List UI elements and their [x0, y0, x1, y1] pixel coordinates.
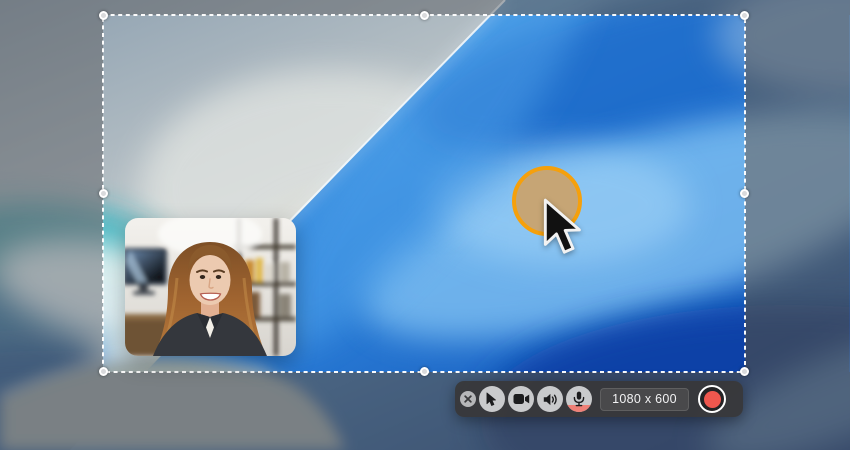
system-audio-toggle-button[interactable] [537, 386, 563, 412]
selection-handle-bottom-center[interactable] [420, 367, 429, 376]
cursor-toggle-button[interactable] [479, 386, 505, 412]
dim-overlay-left [0, 15, 103, 372]
record-button[interactable] [698, 385, 726, 413]
speaker-icon [543, 393, 558, 406]
capture-size-value: 1080 x 600 [612, 392, 677, 406]
cursor-icon [486, 392, 498, 407]
screen-recorder-overlay: 1080 x 600 [0, 0, 850, 450]
microphone-icon [573, 391, 585, 407]
webcam-toggle-button[interactable] [508, 386, 534, 412]
selection-handle-middle-left[interactable] [99, 189, 108, 198]
microphone-toggle-button[interactable] [566, 386, 592, 412]
webcam-preview[interactable] [125, 218, 296, 356]
video-camera-icon [513, 393, 530, 405]
webcam-portrait-image [125, 218, 296, 356]
selection-handle-bottom-right[interactable] [740, 367, 749, 376]
selection-handle-top-right[interactable] [740, 11, 749, 20]
selection-handle-middle-right[interactable] [740, 189, 749, 198]
x-icon [464, 395, 472, 403]
selection-handle-top-left[interactable] [99, 11, 108, 20]
mouse-pointer-icon [543, 198, 581, 256]
capture-size-field[interactable]: 1080 x 600 [600, 388, 689, 411]
selection-handle-top-center[interactable] [420, 11, 429, 20]
close-button[interactable] [460, 391, 476, 407]
dim-overlay-right [745, 15, 850, 372]
selection-handle-bottom-left[interactable] [99, 367, 108, 376]
recorder-toolbar: 1080 x 600 [455, 381, 743, 417]
record-dot-icon [704, 391, 721, 408]
